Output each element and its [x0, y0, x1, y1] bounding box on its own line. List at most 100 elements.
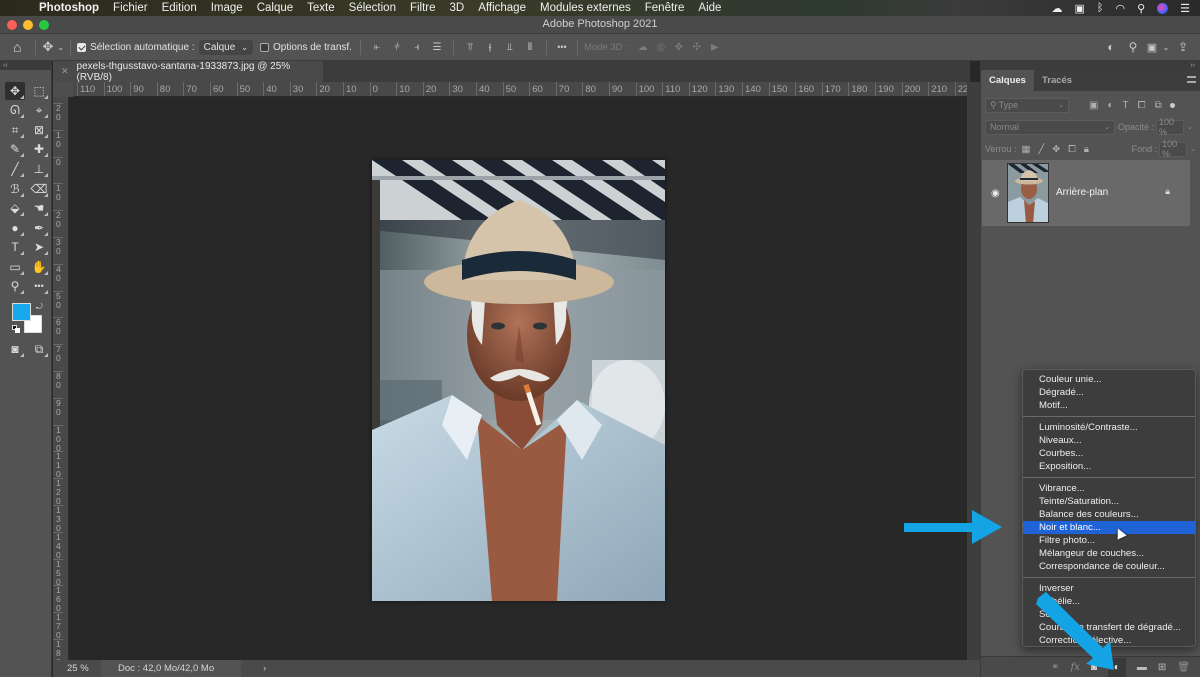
- opacity-field[interactable]: 100 %: [1156, 117, 1185, 137]
- toolbar-collapse-button[interactable]: ‹‹: [0, 61, 52, 70]
- move-tool[interactable]: ✥: [5, 82, 25, 100]
- chevron-down-icon[interactable]: ⌄: [1190, 145, 1196, 153]
- screen-record-icon[interactable]: ▣: [1074, 2, 1084, 15]
- more-tools[interactable]: •••: [29, 277, 49, 295]
- new-layer-icon[interactable]: ⊞: [1158, 662, 1166, 673]
- menu-item[interactable]: Niveaux...: [1023, 434, 1195, 447]
- menu-item[interactable]: Mélangeur de couches...: [1023, 547, 1195, 560]
- brush-tool[interactable]: ╱: [5, 160, 25, 178]
- dodge-tool[interactable]: ●: [5, 219, 25, 237]
- pen-tool[interactable]: ✒: [29, 219, 49, 237]
- distribute-vertical-icon[interactable]: ☰: [427, 42, 447, 53]
- menu-item[interactable]: Filtre photo...: [1023, 534, 1195, 547]
- menu-fichier[interactable]: Fichier: [113, 2, 148, 14]
- layer-row-background[interactable]: ◉ Arrière-plan 🔒︎: [982, 160, 1190, 226]
- tab-calques[interactable]: Calques: [981, 70, 1034, 91]
- foreground-color-swatch[interactable]: [12, 303, 31, 321]
- quick-mask-tool[interactable]: ◙: [5, 340, 25, 358]
- tab-traces[interactable]: Tracés: [1034, 70, 1080, 91]
- crop-tool[interactable]: ⌗: [5, 121, 25, 139]
- drag-3d-icon[interactable]: ✥: [670, 42, 688, 53]
- menu-app-name[interactable]: Photoshop: [39, 2, 99, 14]
- marquee-tool[interactable]: ⬚: [29, 82, 49, 100]
- eyedropper-tool[interactable]: ✎: [5, 140, 25, 158]
- close-document-icon[interactable]: ✕: [61, 66, 69, 77]
- default-colors-icon[interactable]: [12, 325, 20, 333]
- filter-toggle-icon[interactable]: [1169, 102, 1175, 108]
- screen-mode-tool[interactable]: ⧉: [29, 340, 49, 358]
- chevron-down-icon[interactable]: ⌄: [1160, 43, 1172, 52]
- lock-all-icon[interactable]: 🔒︎: [1084, 144, 1089, 155]
- align-horizontal-center-icon[interactable]: ⫩: [387, 42, 407, 53]
- auto-select-target-select[interactable]: Calque ⌄: [198, 39, 253, 55]
- menu-aide[interactable]: Aide: [698, 2, 721, 14]
- blend-mode-select[interactable]: Normal ⌄: [985, 119, 1115, 135]
- visibility-eye-icon[interactable]: ◉: [991, 188, 1000, 199]
- distribute-horizontal-icon[interactable]: ⦀: [520, 42, 540, 53]
- filter-pixel-icon[interactable]: ▣: [1089, 100, 1098, 111]
- ruler-origin[interactable]: [53, 82, 73, 97]
- hand-tool[interactable]: ✋: [29, 258, 49, 276]
- menu-item[interactable]: Inverser: [1023, 582, 1195, 595]
- workspace-icon[interactable]: ▣: [1144, 41, 1160, 54]
- clone-stamp-tool[interactable]: ⊥: [29, 160, 49, 178]
- layer-lock-icon[interactable]: 🔒︎: [1165, 186, 1170, 197]
- panel-menu-icon[interactable]: [1187, 76, 1196, 83]
- menu-item[interactable]: Vibrance...: [1023, 482, 1195, 495]
- layer-name[interactable]: Arrière-plan: [1056, 187, 1108, 198]
- siri-icon[interactable]: [1157, 2, 1169, 14]
- search-icon[interactable]: ⚲: [1122, 40, 1144, 54]
- smudge-tool[interactable]: ☚: [29, 199, 49, 217]
- align-left-icon[interactable]: ⫦: [367, 42, 387, 53]
- auto-select-check-icon[interactable]: [77, 42, 87, 52]
- align-top-icon[interactable]: ⫪: [460, 42, 480, 53]
- lock-transparent-icon[interactable]: ▦: [1022, 144, 1031, 155]
- status-menu-chevron-icon[interactable]: ›: [263, 663, 266, 674]
- menu-item[interactable]: Correspondance de couleur...: [1023, 560, 1195, 573]
- menu-item[interactable]: Courbes...: [1023, 447, 1195, 460]
- menu-calque[interactable]: Calque: [257, 2, 293, 14]
- adjustment-layer-icon[interactable]: ◐: [1107, 657, 1126, 677]
- rectangle-tool[interactable]: ▭: [5, 258, 25, 276]
- filter-type-icon[interactable]: T: [1123, 100, 1129, 111]
- lock-pixels-icon[interactable]: ╱: [1039, 144, 1045, 155]
- fill-field[interactable]: 100 %: [1159, 139, 1188, 159]
- menu-filtre[interactable]: Filtre: [410, 2, 436, 14]
- roll-3d-icon[interactable]: ◎: [652, 42, 670, 53]
- paint-bucket-tool[interactable]: ⬙: [5, 199, 25, 217]
- menu-item[interactable]: Correction sélective...: [1023, 634, 1195, 647]
- filter-smart-object-icon[interactable]: ⧉: [1155, 100, 1162, 111]
- menu-3d[interactable]: 3D: [450, 2, 465, 14]
- panel-collapse-button[interactable]: ››: [981, 61, 1200, 70]
- lock-position-icon[interactable]: ✥: [1052, 144, 1060, 155]
- menu-item[interactable]: Seuil...: [1023, 608, 1195, 621]
- history-brush-tool[interactable]: ℬ: [5, 180, 25, 198]
- frame-tool[interactable]: ⊠: [29, 121, 49, 139]
- zoom-tool[interactable]: ⚲: [5, 277, 25, 295]
- menu-edition[interactable]: Edition: [162, 2, 197, 14]
- fx-icon[interactable]: fx: [1071, 662, 1080, 673]
- share-icon[interactable]: ⇪: [1172, 40, 1194, 54]
- bluetooth-icon[interactable]: ᛒ: [1097, 2, 1104, 14]
- trash-icon[interactable]: 🗑︎: [1177, 662, 1190, 673]
- chevron-down-icon[interactable]: ⌄: [1187, 123, 1193, 131]
- transform-options-checkbox[interactable]: Options de transf.: [260, 42, 352, 53]
- menu-texte[interactable]: Texte: [307, 2, 335, 14]
- align-bottom-icon[interactable]: ⫫: [500, 42, 520, 53]
- menu-item[interactable]: Teinte/Saturation...: [1023, 495, 1195, 508]
- menu-item[interactable]: Dégradé...: [1023, 386, 1195, 399]
- menu-item[interactable]: Motif...: [1023, 399, 1195, 412]
- zoom-level-field[interactable]: 25 %: [53, 663, 101, 674]
- layer-filter-select[interactable]: ⚲ Type ⌄: [985, 97, 1069, 113]
- type-tool[interactable]: T: [5, 238, 25, 256]
- group-folder-icon[interactable]: ▬: [1137, 662, 1147, 673]
- menu-item[interactable]: Exposition...: [1023, 460, 1195, 473]
- document-tab[interactable]: ✕ pexels-thgusstavo-santana-1933873.jpg …: [53, 61, 323, 83]
- align-vertical-center-icon[interactable]: ⫲: [480, 42, 500, 53]
- learn-icon[interactable]: ◐: [1100, 40, 1122, 54]
- menu-item[interactable]: Isohélie...: [1023, 595, 1195, 608]
- healing-brush-tool[interactable]: ✚: [29, 140, 49, 158]
- path-selection-tool[interactable]: ➤: [29, 238, 49, 256]
- move-tool-preset-icon[interactable]: ✥: [42, 39, 53, 55]
- eraser-tool[interactable]: ⌫: [29, 180, 49, 198]
